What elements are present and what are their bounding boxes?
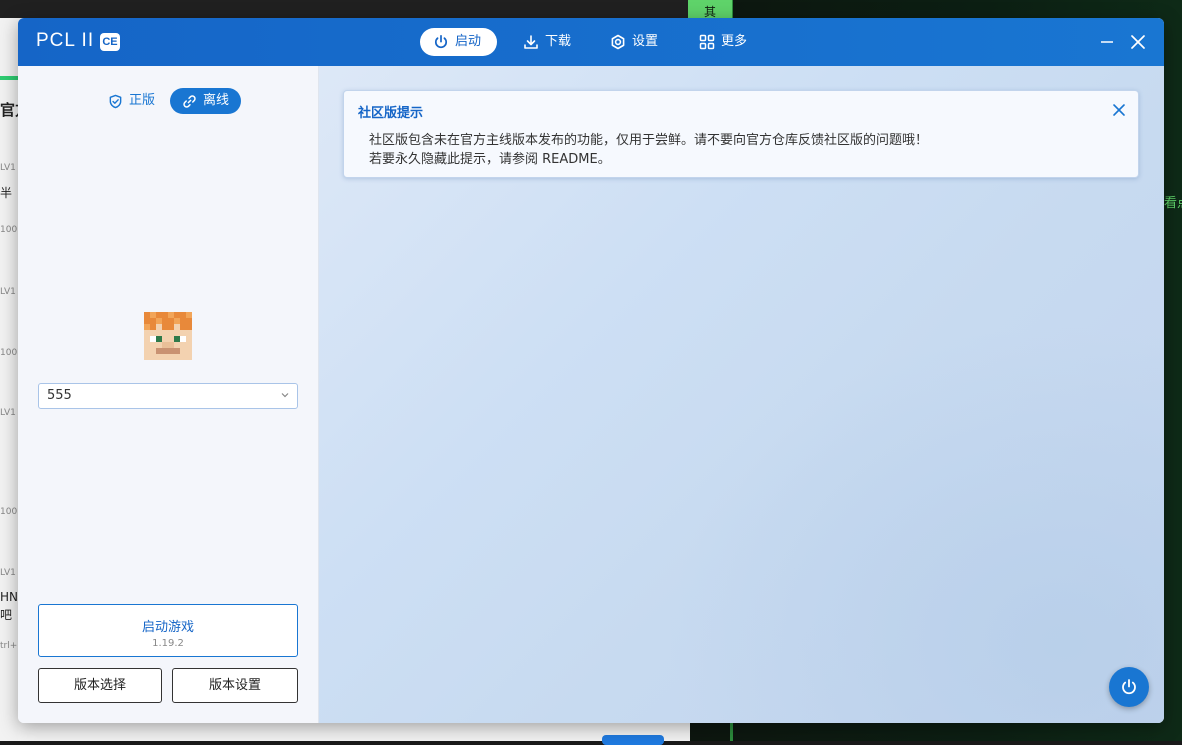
background-left-text: HN [0,590,18,604]
nav-more[interactable]: 更多 [686,28,760,56]
download-icon [524,35,538,49]
background-bottom-strip [18,723,690,741]
avatar-pixel [186,354,192,360]
edition-badge: CE [100,33,120,51]
version-settings-button[interactable]: 版本设置 [172,668,298,703]
background-left-small: LV1 [0,568,16,578]
close-icon[interactable] [1112,103,1126,117]
background-tab[interactable]: 其 [688,0,732,20]
shield-icon [109,94,122,108]
background-left-text: 吧 [0,608,13,622]
background-left-text: 半 [0,186,13,200]
mode-official-button[interactable]: 正版 [96,88,167,114]
community-notice-card: 社区版提示 社区版包含未在官方主线版本发布的功能，仅用于尝鲜。请不要向官方仓库反… [343,90,1139,178]
launch-sidebar: 正版 离线 555 启动游戏 1.19.2 版本选择 版本设置 [18,66,319,723]
close-button[interactable] [1127,31,1149,53]
launch-game-label: 启动游戏 [141,620,194,635]
nav-download[interactable]: 下载 [510,28,584,56]
chevron-down-icon [281,393,289,398]
minimize-button[interactable] [1096,31,1118,53]
power-icon [1122,679,1136,695]
minimize-icon [1101,41,1113,43]
link-icon [183,94,196,108]
background-left-text: 官方 [0,101,18,119]
username-select[interactable]: 555 [38,383,298,409]
notice-line: 社区版包含未在官方主线版本发布的功能，仅用于尝鲜。请不要向官方仓库反馈社区版的问… [369,133,929,148]
background-left-small: LV1 [0,163,16,173]
launch-game-button[interactable]: 启动游戏 1.19.2 [38,604,298,657]
background-top-bar [0,0,690,18]
notice-title: 社区版提示 [358,106,424,121]
background-button[interactable] [602,735,664,745]
nav-settings[interactable]: 设置 [597,28,671,56]
background-right-text: 看点 [1164,196,1182,211]
background-glow [664,323,1164,723]
app-title: PCL II [36,30,95,51]
power-button[interactable] [1109,667,1149,707]
background-left-small: LV1 [0,408,16,418]
mode-official-label: 正版 [129,93,156,108]
player-avatar [144,312,192,360]
nav-settings-label: 设置 [632,34,659,49]
grid-icon [699,34,715,50]
background-left-small: 100 [0,348,18,358]
background-left-small: trl+ [0,641,18,651]
username-value: 555 [47,388,72,403]
background-accent-line [0,76,18,80]
close-icon [1131,35,1145,49]
launcher-window: PCL II CE 启动 下载 设置 更多 正版 离线 555 启动游戏 1.1… [18,18,1164,723]
notice-line: 若要永久隐藏此提示，请参阅 README。 [369,152,611,167]
title-bar[interactable]: PCL II CE 启动 下载 设置 更多 [18,18,1164,66]
background-left-small: LV1 [0,287,16,297]
nav-download-label: 下载 [545,34,572,49]
nav-launch-label: 启动 [455,34,482,49]
gear-icon [611,34,625,50]
nav-more-label: 更多 [721,34,748,49]
main-content: 社区版提示 社区版包含未在官方主线版本发布的功能，仅用于尝鲜。请不要向官方仓库反… [319,66,1164,723]
background-left-small: 100 [0,225,18,235]
launch-version-label: 1.19.2 [152,638,184,649]
version-select-button[interactable]: 版本选择 [38,668,162,703]
mode-offline-button[interactable]: 离线 [170,88,242,114]
mode-offline-label: 离线 [203,93,230,108]
nav-launch[interactable]: 启动 [420,28,497,56]
background-left-small: 100 [0,507,18,517]
power-icon [435,34,447,49]
